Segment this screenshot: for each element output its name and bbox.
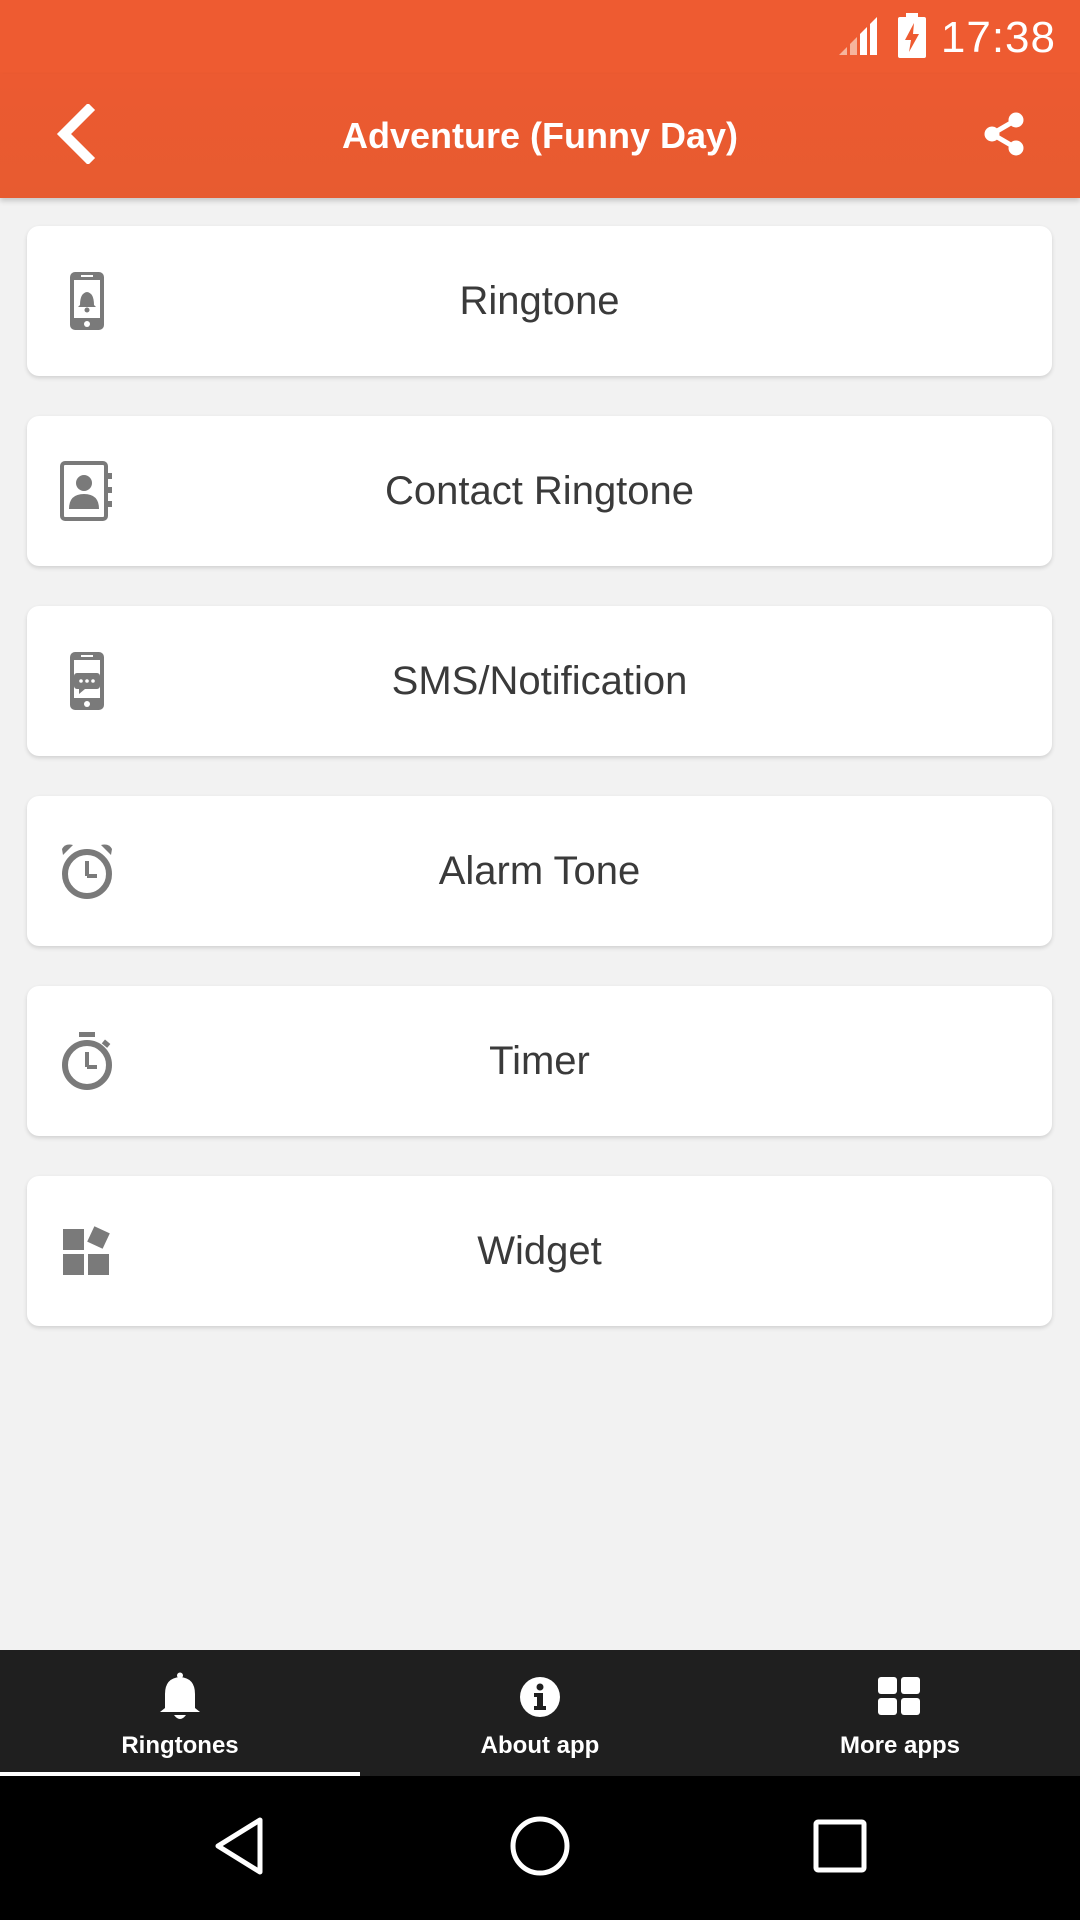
signal-icon xyxy=(837,15,883,62)
nav-label: About app xyxy=(480,1732,600,1759)
status-time: 17:38 xyxy=(940,13,1056,62)
nav-item-more-apps[interactable]: More apps xyxy=(720,1650,1080,1776)
battery-charging-icon xyxy=(897,12,927,64)
back-triangle-icon xyxy=(212,1816,268,1881)
menu-item-widget[interactable]: Widget xyxy=(27,1176,1052,1326)
share-icon xyxy=(982,112,1026,161)
app-bar: Adventure (Funny Day) xyxy=(0,74,1080,198)
system-recents-button[interactable] xyxy=(800,1808,880,1888)
share-button[interactable] xyxy=(964,96,1044,176)
menu-item-label: Contact Ringtone xyxy=(384,469,695,513)
chevron-left-icon xyxy=(54,102,98,169)
nav-label: Ringtones xyxy=(121,1732,239,1759)
grid-icon xyxy=(870,1670,930,1724)
menu-item-alarm-tone[interactable]: Alarm Tone xyxy=(27,796,1052,946)
bell-icon xyxy=(150,1670,210,1724)
menu-list: Ringtone Contact Ringtone SMS/Notificati… xyxy=(27,226,1052,1366)
nav-label: More apps xyxy=(839,1732,961,1759)
menu-item-label: SMS/Notification xyxy=(391,659,688,703)
bottom-nav: Ringtones About app More apps xyxy=(0,1650,1080,1776)
status-bar: 17:38 xyxy=(0,0,1080,74)
nav-item-about-app[interactable]: About app xyxy=(360,1650,720,1776)
recents-square-icon xyxy=(812,1818,868,1879)
status-icons: 17:38 xyxy=(837,8,1056,68)
menu-item-label: Alarm Tone xyxy=(438,849,641,893)
menu-item-label: Widget xyxy=(477,1229,602,1273)
info-icon xyxy=(510,1670,570,1724)
home-circle-icon xyxy=(509,1815,571,1882)
menu-item-sms-notification[interactable]: SMS/Notification xyxy=(27,606,1052,756)
page-title: Adventure (Funny Day) xyxy=(341,115,739,156)
menu-item-timer[interactable]: Timer xyxy=(27,986,1052,1136)
menu-item-contact-ringtone[interactable]: Contact Ringtone xyxy=(27,416,1052,566)
menu-item-label: Timer xyxy=(489,1039,590,1083)
system-nav-bar xyxy=(0,1776,1080,1920)
nav-item-ringtones[interactable]: Ringtones xyxy=(0,1650,360,1776)
system-home-button[interactable] xyxy=(500,1808,580,1888)
back-button[interactable] xyxy=(36,96,116,176)
menu-item-ringtone[interactable]: Ringtone xyxy=(27,226,1052,376)
system-back-button[interactable] xyxy=(200,1808,280,1888)
menu-item-label: Ringtone xyxy=(459,279,620,323)
